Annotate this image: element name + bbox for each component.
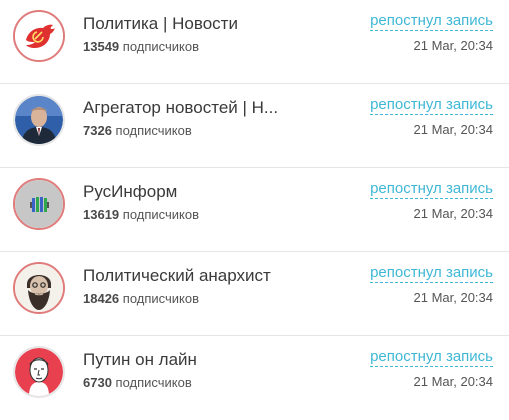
timestamp: 21 Mar, 20:34: [413, 122, 494, 137]
timestamp: 21 Mar, 20:34: [413, 374, 494, 389]
channel-name[interactable]: Путин он лайн: [83, 350, 283, 370]
repost-link[interactable]: репостнул запись: [370, 348, 493, 367]
subscriber-count: 18426 подписчиков: [83, 291, 199, 307]
subscriber-count: 7326 подписчиков: [83, 123, 192, 139]
list-item: РусИнформ 13619 подписчиков репостнул за…: [0, 168, 509, 252]
timestamp: 21 Mar, 20:34: [413, 38, 494, 53]
list-item: Агрегатор новостей | Н... 7326 подписчик…: [0, 84, 509, 168]
channel-name[interactable]: РусИнформ: [83, 182, 283, 202]
list-item: Политический анархист 18426 подписчиков …: [0, 252, 509, 336]
timestamp: 21 Mar, 20:34: [413, 290, 494, 305]
subscriber-label: подписчиков: [122, 39, 200, 54]
subscriber-number: 18426: [83, 291, 120, 306]
subscriber-label: подписчиков: [115, 375, 192, 390]
repost-link[interactable]: репостнул запись: [370, 180, 493, 199]
subscriber-label: подписчиков: [115, 123, 192, 138]
subscriber-label: подписчиков: [122, 291, 200, 306]
avatar[interactable]: [13, 346, 65, 398]
bearded-man-sketch-icon: [15, 264, 63, 312]
man-portrait-sketch-icon: [15, 348, 63, 396]
timestamp: 21 Mar, 20:34: [413, 206, 494, 221]
person-photo-icon: [15, 96, 63, 144]
channel-name[interactable]: Агрегатор новостей | Н...: [83, 98, 283, 118]
avatar[interactable]: [13, 262, 65, 314]
channel-name[interactable]: Политический анархист: [83, 266, 283, 286]
avatar[interactable]: [13, 94, 65, 146]
list-item: Путин он лайн 6730 подписчиков репостнул…: [0, 336, 509, 420]
subscriber-number: 7326: [83, 123, 112, 138]
subscriber-count: 13549 подписчиков: [83, 39, 199, 55]
striped-logo-icon: [15, 180, 63, 228]
subscriber-label: подписчиков: [122, 207, 200, 222]
repost-link[interactable]: репостнул запись: [370, 12, 493, 31]
repost-link[interactable]: репостнул запись: [370, 96, 493, 115]
avatar[interactable]: [13, 178, 65, 230]
subscriber-number: 13619: [83, 207, 120, 222]
subscriber-number: 6730: [83, 375, 112, 390]
repost-list: Политика | Новости 13549 подписчиков реп…: [0, 0, 509, 400]
channel-name[interactable]: Политика | Новости: [83, 14, 283, 34]
subscriber-count: 6730 подписчиков: [83, 375, 192, 391]
avatar[interactable]: [13, 10, 65, 62]
repost-link[interactable]: репостнул запись: [370, 264, 493, 283]
list-item: Политика | Новости 13549 подписчиков реп…: [0, 0, 509, 84]
subscriber-count: 13619 подписчиков: [83, 207, 199, 223]
red-bird-hammer-sickle-icon: [15, 12, 63, 60]
subscriber-number: 13549: [83, 39, 120, 54]
